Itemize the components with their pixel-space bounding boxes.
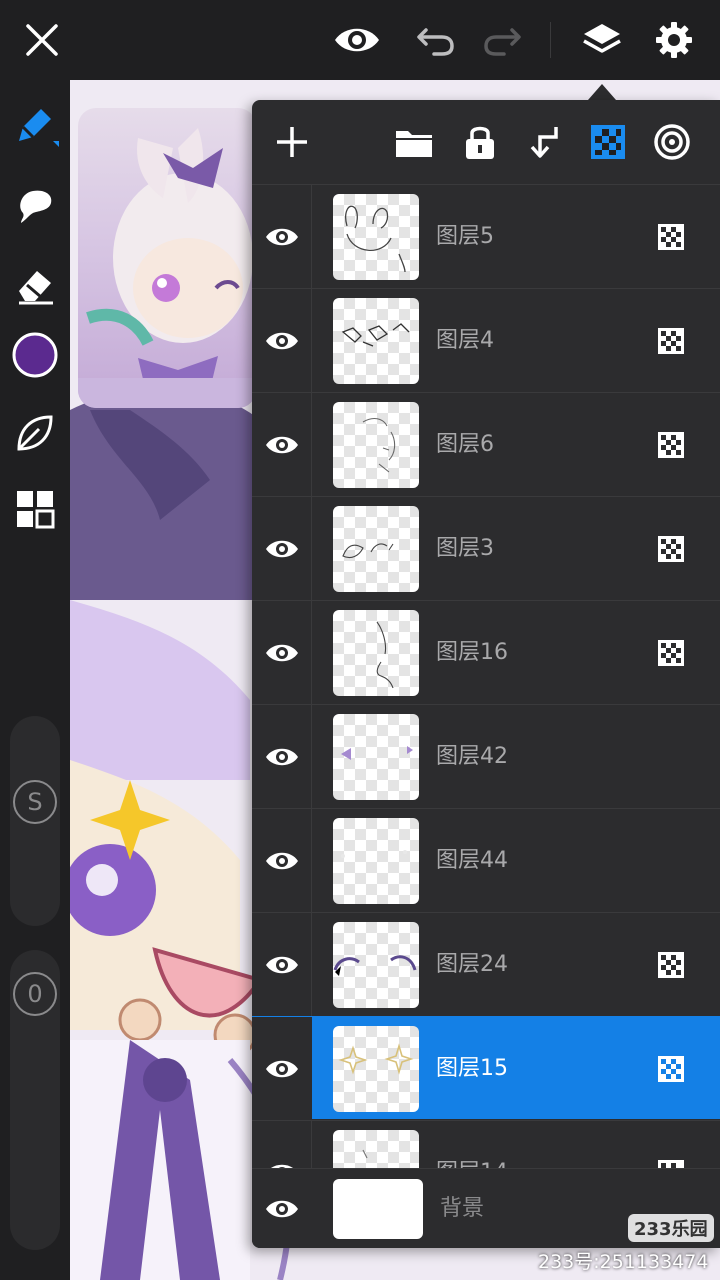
top-toolbar bbox=[0, 0, 720, 80]
settings-icon[interactable] bbox=[648, 14, 700, 66]
reference-artwork bbox=[78, 128, 256, 408]
layer-list[interactable]: 图层5 图层4 图层6 图层3 图层16 图层42 图层44 图层24 图层15 图层14 bbox=[252, 184, 720, 1168]
blend-mode-icon[interactable] bbox=[646, 116, 698, 168]
leaf-icon[interactable] bbox=[10, 408, 60, 458]
layer-thumbnail bbox=[333, 298, 419, 384]
layer-thumbnail bbox=[333, 610, 419, 696]
eye-icon[interactable] bbox=[252, 393, 312, 496]
eraser-icon[interactable] bbox=[10, 260, 60, 310]
layer-row[interactable]: 图层16 bbox=[252, 600, 720, 704]
layer-row[interactable]: 图层4 bbox=[252, 288, 720, 392]
layer-thumbnail bbox=[333, 1026, 419, 1112]
clipping-mask-icon[interactable] bbox=[658, 536, 684, 562]
panel-pointer bbox=[588, 84, 616, 100]
close-icon[interactable] bbox=[16, 14, 68, 66]
layer-row[interactable]: 图层14 bbox=[252, 1120, 720, 1168]
clipping-icon[interactable] bbox=[582, 116, 634, 168]
eye-icon[interactable] bbox=[252, 601, 312, 704]
layer-row[interactable]: 图层44 bbox=[252, 808, 720, 912]
clipping-mask-icon[interactable] bbox=[658, 432, 684, 458]
layer-row[interactable]: 图层24 bbox=[252, 912, 720, 1016]
brush-size-knob[interactable]: S bbox=[13, 780, 57, 824]
folder-icon[interactable] bbox=[388, 116, 440, 168]
layer-row[interactable]: 图层15 bbox=[252, 1016, 720, 1120]
eye-icon[interactable] bbox=[252, 809, 312, 912]
left-toolbar: S 0 bbox=[0, 80, 70, 1280]
grid-icon[interactable] bbox=[10, 484, 60, 534]
eye-icon[interactable] bbox=[252, 1121, 312, 1168]
pen-icon[interactable] bbox=[10, 100, 60, 150]
layer-name: 图层14 bbox=[436, 1121, 508, 1168]
layer-thumbnail bbox=[333, 922, 419, 1008]
layer-thumbnail bbox=[333, 402, 419, 488]
watermark-id: 233号:251133474 bbox=[538, 1251, 709, 1273]
layer-thumbnail bbox=[333, 1130, 419, 1168]
layer-row[interactable]: 图层3 bbox=[252, 496, 720, 600]
layer-row[interactable]: 图层42 bbox=[252, 704, 720, 808]
layers-toolbar bbox=[252, 100, 720, 184]
layer-name: 图层4 bbox=[436, 328, 494, 353]
eye-icon[interactable] bbox=[252, 913, 312, 1016]
clipping-mask-icon[interactable] bbox=[658, 224, 684, 250]
toolbar-divider bbox=[550, 22, 551, 58]
layer-thumbnail bbox=[333, 818, 419, 904]
eye-icon[interactable] bbox=[252, 1169, 312, 1248]
layer-row[interactable]: 图层5 bbox=[252, 184, 720, 288]
layers-panel: 图层5 图层4 图层6 图层3 图层16 图层42 图层44 图层24 图层15 图层14 背景 bbox=[252, 100, 720, 1248]
eye-icon[interactable] bbox=[252, 289, 312, 392]
eye-icon[interactable] bbox=[331, 14, 383, 66]
layer-name: 图层15 bbox=[436, 1056, 508, 1081]
layer-thumbnail bbox=[333, 194, 419, 280]
background-layer-name: 背景 bbox=[440, 1196, 485, 1221]
layer-name: 图层3 bbox=[436, 536, 494, 561]
watermark-logo: 233乐园 bbox=[628, 1214, 714, 1242]
layers-icon[interactable] bbox=[576, 14, 628, 66]
undo-icon[interactable] bbox=[410, 14, 462, 66]
clipping-mask-icon[interactable] bbox=[658, 1056, 684, 1082]
layer-thumbnail bbox=[333, 714, 419, 800]
clipping-mask-icon[interactable] bbox=[658, 640, 684, 666]
reference-image[interactable] bbox=[78, 108, 256, 408]
layer-name: 图层16 bbox=[436, 640, 508, 665]
layer-row[interactable]: 图层6 bbox=[252, 392, 720, 496]
lock-icon[interactable] bbox=[454, 116, 506, 168]
add-icon[interactable] bbox=[266, 116, 318, 168]
layer-name: 图层42 bbox=[436, 744, 508, 769]
eye-icon[interactable] bbox=[252, 185, 312, 288]
layer-name: 图层44 bbox=[436, 848, 508, 873]
layer-thumbnail bbox=[333, 506, 419, 592]
clipping-mask-icon[interactable] bbox=[658, 952, 684, 978]
layer-name: 图层5 bbox=[436, 224, 494, 249]
layer-name: 图层24 bbox=[436, 952, 508, 977]
background-layer-thumbnail bbox=[333, 1179, 423, 1239]
eye-icon[interactable] bbox=[252, 705, 312, 808]
clipping-mask-icon[interactable] bbox=[658, 328, 684, 354]
merge-down-icon[interactable] bbox=[518, 116, 570, 168]
eye-icon[interactable] bbox=[252, 1017, 312, 1120]
smudge-icon[interactable] bbox=[10, 180, 60, 230]
clipping-mask-icon[interactable] bbox=[658, 1160, 684, 1168]
redo-icon[interactable] bbox=[476, 14, 528, 66]
color-swatch[interactable] bbox=[10, 330, 60, 380]
eye-icon[interactable] bbox=[252, 497, 312, 600]
brush-opacity-knob[interactable]: 0 bbox=[13, 972, 57, 1016]
layer-name: 图层6 bbox=[436, 432, 494, 457]
